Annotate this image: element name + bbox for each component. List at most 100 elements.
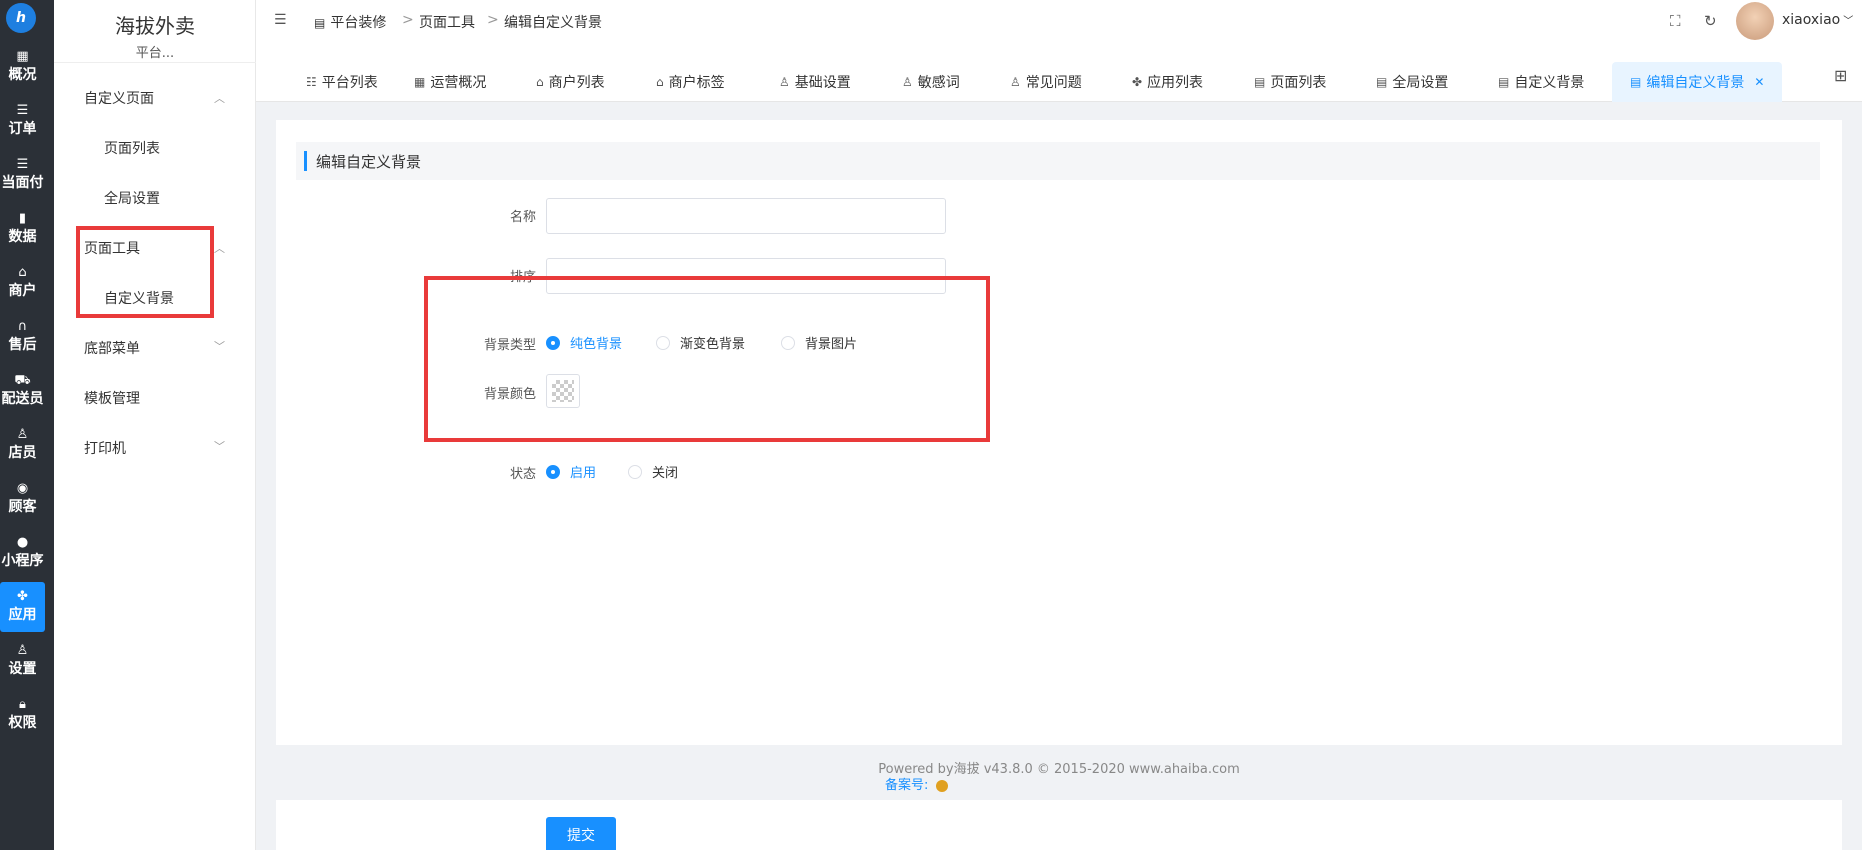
submit-area: 提交 bbox=[276, 800, 1842, 850]
list-icon: ☷ bbox=[306, 75, 317, 89]
rail-label: 数据 bbox=[8, 229, 37, 245]
radio-dot bbox=[546, 335, 560, 350]
radio-status-disable[interactable]: 关闭 bbox=[628, 462, 678, 481]
radio-dot bbox=[781, 335, 795, 350]
tab-platform-list[interactable]: ☷ 平台列表 bbox=[306, 62, 378, 102]
user-icon: ♙ bbox=[902, 75, 913, 89]
rail-item-overview[interactable]: ▦ 概况 bbox=[0, 42, 45, 92]
breadcrumb-item[interactable]: ▤ 平台装修 bbox=[314, 12, 386, 32]
radio-dot bbox=[656, 335, 670, 350]
left-rail: h ▦ 概况 ☰ 订单 ☰ 当面付 ▮ 数据 ⌂ 商户 ∩ 售后 ⛟ 配送员 ♙… bbox=[0, 0, 54, 850]
chevron-down-icon: ﹀ bbox=[214, 440, 225, 453]
name-input[interactable] bbox=[546, 198, 946, 234]
rail-item-merchant[interactable]: ⌂ 商户 bbox=[0, 258, 45, 308]
chevron-up-icon: ︿ bbox=[214, 92, 225, 105]
tab-label: 自定义背景 bbox=[1514, 75, 1585, 91]
tab-faq[interactable]: ♙ 常见问题 bbox=[1010, 62, 1082, 102]
tab-label: 基础设置 bbox=[794, 75, 851, 91]
tab-custom-background[interactable]: ▤ 自定义背景 bbox=[1498, 62, 1584, 102]
rail-item-permission[interactable]: 🔒︎ 权限 bbox=[0, 690, 45, 740]
list-icon: ☰ bbox=[16, 157, 29, 172]
page-icon: ▤ bbox=[1254, 75, 1266, 89]
tab-app-list[interactable]: ✤ 应用列表 bbox=[1132, 62, 1203, 102]
page-icon: ▤ bbox=[314, 16, 326, 30]
beian-text: 备案号: bbox=[885, 778, 929, 793]
top-header: ☰ ▤ 平台装修 > 页面工具 > 编辑自定义背景 ⛶ ↻ xiaoxiao ﹀ bbox=[256, 0, 1862, 40]
rail-item-apps[interactable]: ✤ 应用 bbox=[0, 582, 45, 632]
avatar[interactable] bbox=[1736, 2, 1774, 40]
rail-label: 小程序 bbox=[1, 553, 44, 569]
close-icon[interactable]: ✕ bbox=[1754, 75, 1764, 89]
menu-page-list[interactable]: 页面列表 bbox=[104, 138, 160, 158]
bg-type-label: 背景类型 bbox=[483, 338, 536, 353]
rail-label: 设置 bbox=[8, 661, 37, 677]
color-picker[interactable] bbox=[546, 374, 580, 408]
customer-icon: ◉ bbox=[16, 481, 29, 496]
rail-label: 当面付 bbox=[1, 175, 44, 191]
tab-sensitive-words[interactable]: ♙ 敏感词 bbox=[902, 62, 960, 102]
status-label: 状态 bbox=[509, 467, 536, 482]
store-icon: ⌂ bbox=[656, 75, 664, 89]
radio-image-background[interactable]: 背景图片 bbox=[781, 333, 857, 352]
sort-input[interactable] bbox=[546, 258, 946, 294]
breadcrumb-item[interactable]: 页面工具 bbox=[419, 12, 475, 32]
tab-label: 全局设置 bbox=[1392, 75, 1449, 91]
username[interactable]: xiaoxiao ﹀ bbox=[1782, 12, 1853, 28]
submit-button[interactable]: 提交 bbox=[546, 817, 616, 850]
rail-item-settings[interactable]: ♙ 设置 bbox=[0, 636, 45, 686]
menu-custom-page[interactable]: 自定义页面 bbox=[84, 88, 154, 108]
radio-solid-background[interactable]: 纯色背景 bbox=[546, 333, 622, 352]
page-icon: ▤ bbox=[1498, 75, 1510, 89]
tab-edit-custom-background[interactable]: ▤ 编辑自定义背景 ✕ bbox=[1612, 62, 1783, 102]
breadcrumb-text: 平台装修 bbox=[330, 15, 387, 31]
tab-label: 平台列表 bbox=[321, 75, 378, 91]
divider bbox=[54, 62, 256, 63]
rail-item-miniprogram[interactable]: ● 小程序 bbox=[0, 528, 45, 578]
rail-label: 售后 bbox=[8, 337, 37, 353]
bg-color-label: 背景颜色 bbox=[483, 387, 536, 402]
footer-powered: Powered by海拔 v43.8.0 © 2015-2020 www.aha… bbox=[878, 762, 1240, 777]
page-icon: ▤ bbox=[1630, 75, 1642, 89]
tab-merchant-list[interactable]: ⌂ 商户列表 bbox=[536, 62, 605, 102]
radio-label: 纯色背景 bbox=[570, 337, 623, 352]
menu-printer[interactable]: 打印机 bbox=[84, 438, 126, 458]
menu-fold-icon[interactable]: ☰ bbox=[274, 12, 287, 28]
tab-basic-settings[interactable]: ♙ 基础设置 bbox=[779, 62, 851, 102]
fullscreen-icon[interactable]: ⛶ bbox=[1670, 12, 1681, 30]
rail-label: 应用 bbox=[8, 607, 37, 623]
menu-custom-background[interactable]: 自定义背景 bbox=[104, 288, 174, 308]
menu-page-tools[interactable]: 页面工具 bbox=[84, 238, 140, 258]
radio-status-enable[interactable]: 启用 bbox=[546, 462, 596, 481]
tab-merchant-tags[interactable]: ⌂ 商户标签 bbox=[656, 62, 725, 102]
rail-label: 权限 bbox=[8, 715, 37, 731]
rail-item-aftersale[interactable]: ∩ 售后 bbox=[0, 312, 45, 362]
rail-item-facepay[interactable]: ☰ 当面付 bbox=[0, 150, 45, 200]
wechat-icon: ● bbox=[16, 535, 29, 550]
page-icon: ▤ bbox=[1376, 75, 1388, 89]
tab-menu-icon[interactable]: ⊞ bbox=[1834, 66, 1847, 85]
name-label: 名称 bbox=[509, 210, 536, 225]
refresh-icon[interactable]: ↻ bbox=[1704, 12, 1717, 30]
rail-item-orders[interactable]: ☰ 订单 bbox=[0, 96, 45, 146]
footer-beian[interactable]: 备案号: bbox=[885, 774, 949, 793]
list-icon: ☰ bbox=[16, 103, 29, 118]
menu-global-settings[interactable]: 全局设置 bbox=[104, 188, 160, 208]
grid-icon: ▦ bbox=[414, 75, 426, 89]
rail-item-customer[interactable]: ◉ 顾客 bbox=[0, 474, 45, 524]
rail-item-staff[interactable]: ♙ 店员 bbox=[0, 420, 45, 470]
radio-dot bbox=[546, 464, 560, 479]
rail-label: 店员 bbox=[8, 445, 37, 461]
breadcrumb-separator: > bbox=[402, 12, 414, 28]
rail-item-delivery[interactable]: ⛟ 配送员 bbox=[0, 366, 45, 416]
logo[interactable]: h bbox=[6, 3, 36, 33]
tab-global-settings[interactable]: ▤ 全局设置 bbox=[1376, 62, 1448, 102]
tab-bar: ☷ 平台列表 ▦ 运营概况 ⌂ 商户列表 ⌂ 商户标签 ♙ 基础设置 ♙ 敏感词 ♙ 常见问题… bbox=[256, 40, 1862, 102]
rail-item-data[interactable]: ▮ 数据 bbox=[0, 204, 45, 254]
settings-icon: ♙ bbox=[16, 643, 29, 658]
menu-template-manage[interactable]: 模板管理 bbox=[84, 388, 140, 408]
tab-label: 编辑自定义背景 bbox=[1646, 75, 1745, 91]
menu-bottom-menu[interactable]: 底部菜单 bbox=[84, 338, 140, 358]
radio-gradient-background[interactable]: 渐变色背景 bbox=[656, 333, 745, 352]
tab-operation-overview[interactable]: ▦ 运营概况 bbox=[414, 62, 486, 102]
tab-page-list[interactable]: ▤ 页面列表 bbox=[1254, 62, 1326, 102]
